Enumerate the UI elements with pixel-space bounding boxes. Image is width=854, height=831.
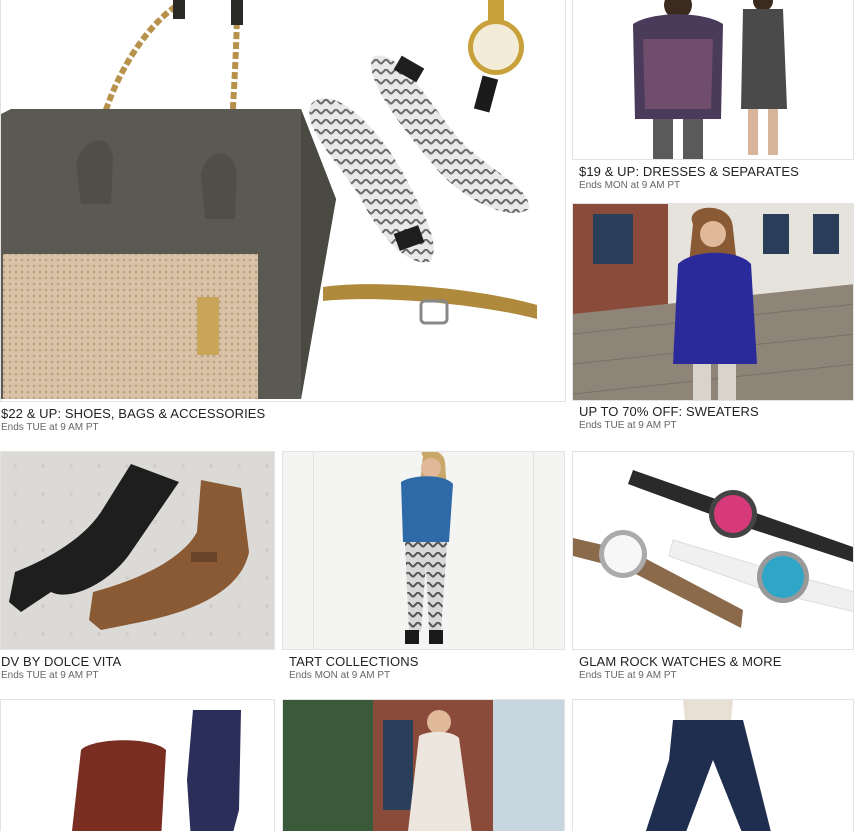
sweater-model-image [573,204,853,400]
event-ends-time: Ends TUE at 9 AM PT [1,422,99,433]
event-title[interactable]: $22 & UP: SHOES, BAGS & ACCESSORIES [1,406,265,421]
event-tile-dresses[interactable] [572,0,854,160]
event-caption-shoes-bags: $22 & UP: SHOES, BAGS & ACCESSORIES Ends… [1,406,265,433]
event-ends-time: Ends TUE at 9 AM PT [579,420,677,431]
maxi-dress-image [283,700,564,831]
handbag-accessories-image [1,0,565,401]
event-tile-dv-dolce-vita[interactable] [0,451,275,650]
event-tile-shoes-bags[interactable] [0,0,566,402]
event-tile-watches[interactable] [572,451,854,650]
event-title[interactable]: GLAM ROCK WATCHES & MORE [579,654,781,669]
event-tile-maxi-dress[interactable] [282,699,565,831]
event-caption-tart: TART COLLECTIONS Ends MON at 9 AM PT [289,654,418,681]
jeans-model-image [573,700,853,831]
event-title[interactable]: TART COLLECTIONS [289,654,418,669]
event-caption-watches: GLAM ROCK WATCHES & MORE Ends TUE at 9 A… [579,654,781,681]
event-tile-sweaters[interactable] [572,203,854,401]
watches-image [573,452,853,649]
boots-image [1,452,274,649]
event-ends-time: Ends MON at 9 AM PT [289,670,391,681]
tart-model-image [283,452,564,649]
event-title[interactable]: DV BY DOLCE VITA [1,654,121,669]
event-ends-time: Ends MON at 9 AM PT [579,180,681,191]
event-title[interactable]: $19 & UP: DRESSES & SEPARATES [579,164,799,179]
event-ends-time: Ends TUE at 9 AM PT [1,670,99,681]
event-tile-ankle-boots[interactable] [0,699,275,831]
event-tile-tart[interactable] [282,451,565,650]
ankle-boots-image [1,700,274,831]
dress-models-image [573,0,853,159]
event-caption-sweaters: UP TO 70% OFF: SWEATERS Ends TUE at 9 AM… [579,404,759,431]
event-title[interactable]: UP TO 70% OFF: SWEATERS [579,404,759,419]
event-caption-dv-dolce-vita: DV BY DOLCE VITA Ends TUE at 9 AM PT [1,654,121,681]
event-ends-time: Ends TUE at 9 AM PT [579,670,677,681]
event-caption-dresses: $19 & UP: DRESSES & SEPARATES Ends MON a… [579,164,799,191]
event-tile-jeans[interactable] [572,699,854,831]
